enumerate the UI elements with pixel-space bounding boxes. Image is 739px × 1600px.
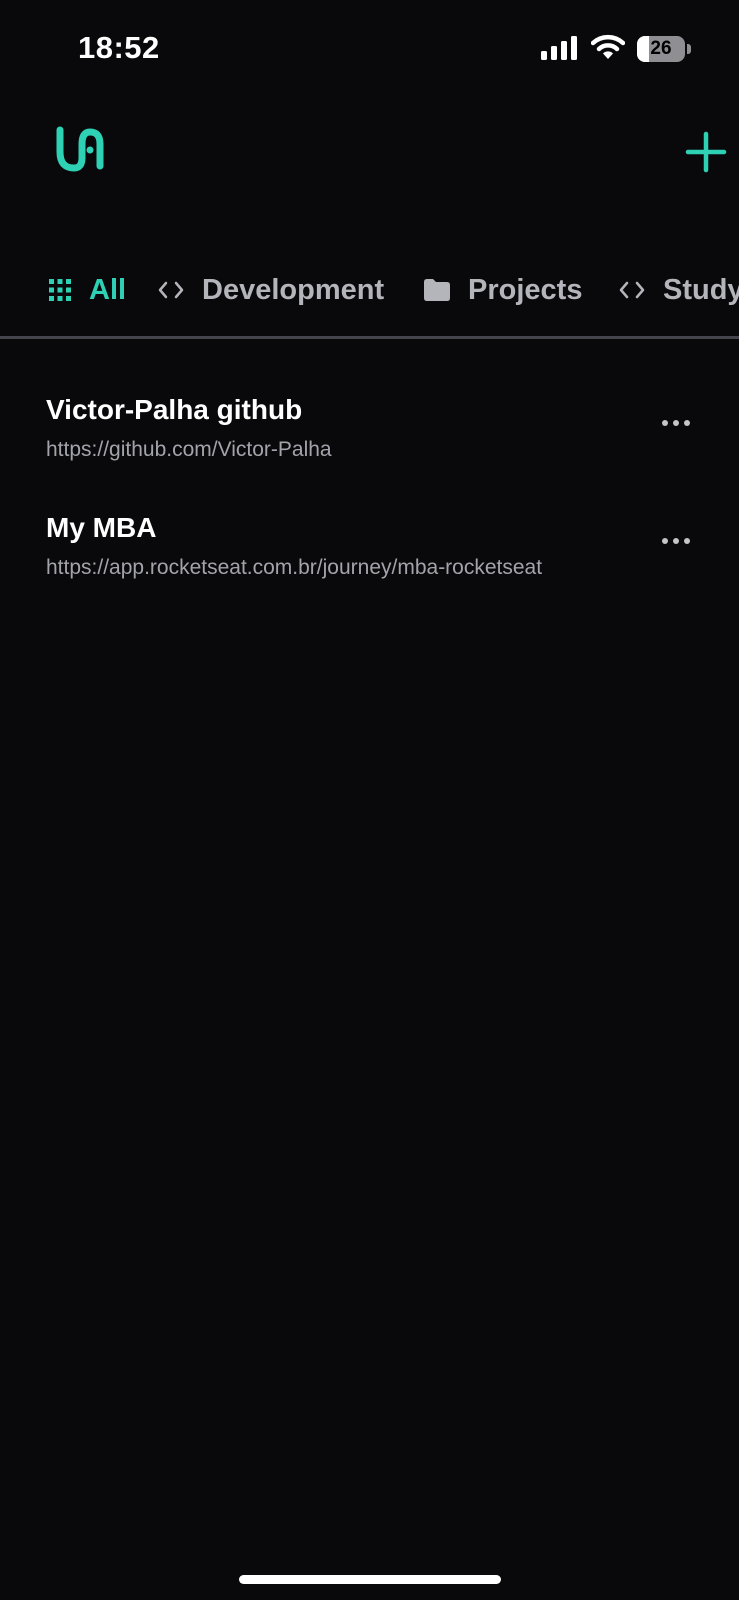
battery-icon: 26 (637, 36, 691, 62)
link-list: Victor-Palha github https://github.com/V… (0, 384, 739, 620)
grid-icon (49, 279, 71, 301)
more-icon (662, 420, 668, 426)
code-icon (619, 281, 645, 299)
tab-all-label: All (89, 273, 127, 306)
tab-projects-label: Projects (468, 273, 583, 306)
link-name: Victor-Palha github (46, 394, 303, 425)
tab-development-label: Development (202, 273, 385, 306)
tab-projects[interactable]: Projects (424, 262, 582, 318)
code-icon (158, 281, 184, 299)
more-options-button[interactable] (656, 526, 696, 556)
add-link-button[interactable] (684, 130, 728, 174)
battery-level: 26 (650, 38, 672, 59)
tab-development[interactable]: Development (158, 262, 384, 318)
wifi-icon (591, 34, 625, 59)
folder-icon (424, 279, 450, 301)
plus-icon (685, 131, 727, 173)
category-tabs: All Development Projects Study (0, 262, 739, 318)
tabs-divider (0, 336, 739, 339)
link-logo-icon (56, 126, 104, 172)
link-name: My MBA (46, 512, 157, 543)
home-indicator[interactable] (239, 1575, 501, 1584)
more-options-button[interactable] (656, 408, 696, 438)
tab-all[interactable]: All (49, 262, 126, 318)
status-bar: 18:52 26 (0, 0, 739, 100)
link-item[interactable]: Victor-Palha github https://github.com/V… (0, 384, 739, 502)
more-icon (662, 538, 668, 544)
signal-icon (541, 36, 577, 60)
link-url: https://app.rocketseat.com.br/journey/mb… (46, 556, 543, 579)
status-time: 18:52 (78, 30, 160, 65)
screen: 18:52 26 All Development Projects Study … (0, 0, 739, 1600)
link-item[interactable]: My MBA https://app.rocketseat.com.br/jou… (0, 502, 739, 620)
link-url: https://github.com/Victor-Palha (46, 438, 332, 461)
tab-study-label: Study (663, 273, 739, 306)
app-header (0, 110, 739, 190)
tab-study[interactable]: Study (619, 262, 739, 318)
